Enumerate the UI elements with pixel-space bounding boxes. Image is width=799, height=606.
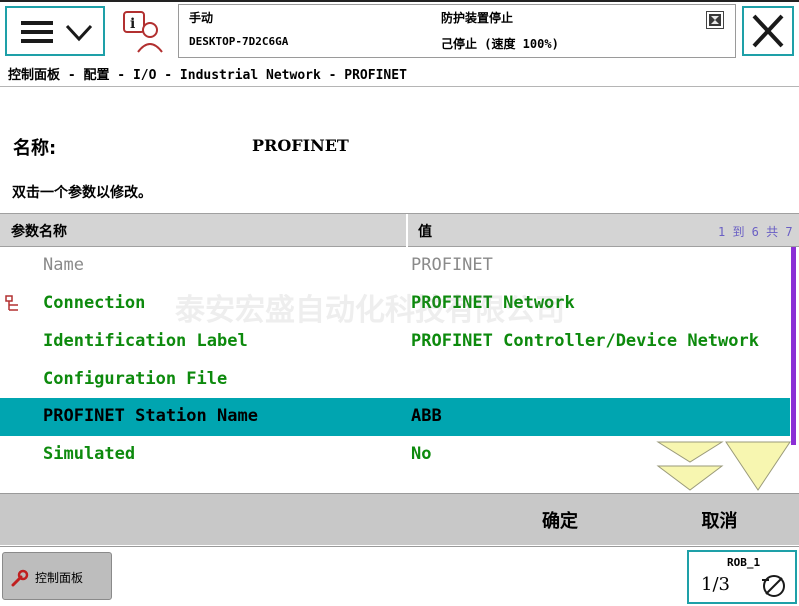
robot-status-panel[interactable]: ROB_1 1/3 [687,550,797,604]
column-separator [406,214,408,247]
close-icon [752,14,784,48]
flag-icon [706,11,724,29]
ok-button[interactable]: 确定 [480,494,640,545]
taskbar-control-panel[interactable]: 控制面板 [2,552,112,600]
table-row-selected[interactable]: PROFINET Station Name ABB [0,398,790,436]
motor-off-icon [762,575,785,597]
column-header-value: 值 [418,224,432,240]
parameter-value: PROFINET [411,255,493,275]
main-menu-button[interactable] [5,6,105,56]
close-button[interactable] [742,6,794,56]
name-value: PROFINET [252,136,349,155]
parameter-name: Name [43,255,84,275]
parameter-name: PROFINET Station Name [43,406,258,426]
page-info: 1 到 6 共 7 [718,225,793,239]
status-bar: i 手动 DESKTOP-7D2C6GA 防护装置停止 己停止 (速度 100%… [0,0,799,62]
parameter-name: Connection [43,293,146,313]
table-row[interactable]: Identification Label PROFINET Controller… [0,323,790,361]
parameter-value: No [411,444,432,464]
parameter-value: PROFINET Network [411,293,575,313]
cancel-button[interactable]: 取消 [640,494,799,545]
controller-name: DESKTOP-7D2C6GA [189,35,289,48]
svg-text:i: i [130,16,135,32]
operation-mode: 手动 [189,11,214,25]
table-header: 参数名称 值 1 到 6 共 7 [0,213,799,247]
table-row[interactable]: Name PROFINET [0,247,790,285]
info-user-icon[interactable]: i [118,6,170,56]
scroll-down-page-icon[interactable] [656,440,724,492]
parameter-value: PROFINET Controller/Device Network [411,331,759,351]
scrollbar[interactable] [791,247,796,445]
task-fraction: 1/3 [701,574,730,595]
run-status: 己停止 (速度 100%) [441,37,559,51]
parameter-name: Simulated [43,444,136,464]
connection-icon [5,295,18,311]
parameter-value: ABB [411,406,442,426]
taskbar: 控制面板 ROB_1 1/3 [0,546,799,606]
table-row[interactable]: Configuration File [0,361,790,399]
wrench-icon [11,569,29,587]
parameter-name: Configuration File [43,369,228,389]
taskbar-label: 控制面板 [35,571,84,585]
guard-status: 防护装置停止 [441,11,514,25]
robot-label: ROB_1 [727,556,761,569]
instruction-text: 双击一个参数以修改。 [12,185,152,201]
chevron-down-icon [65,24,93,42]
top-strip [0,0,799,2]
name-label: 名称: [13,138,57,159]
menu-icon [21,21,53,43]
status-panel[interactable]: 手动 DESKTOP-7D2C6GA 防护装置停止 己停止 (速度 100%) [178,4,736,58]
divider [0,86,799,87]
table-row[interactable]: Connection PROFINET Network [0,285,790,323]
action-bar: 确定 取消 [0,493,799,545]
column-header-parameter: 参数名称 [11,224,67,240]
breadcrumb: 控制面板 - 配置 - I/O - Industrial Network - P… [8,68,407,83]
parameter-name: Identification Label [43,331,248,351]
scroll-down-icon[interactable] [724,440,792,492]
